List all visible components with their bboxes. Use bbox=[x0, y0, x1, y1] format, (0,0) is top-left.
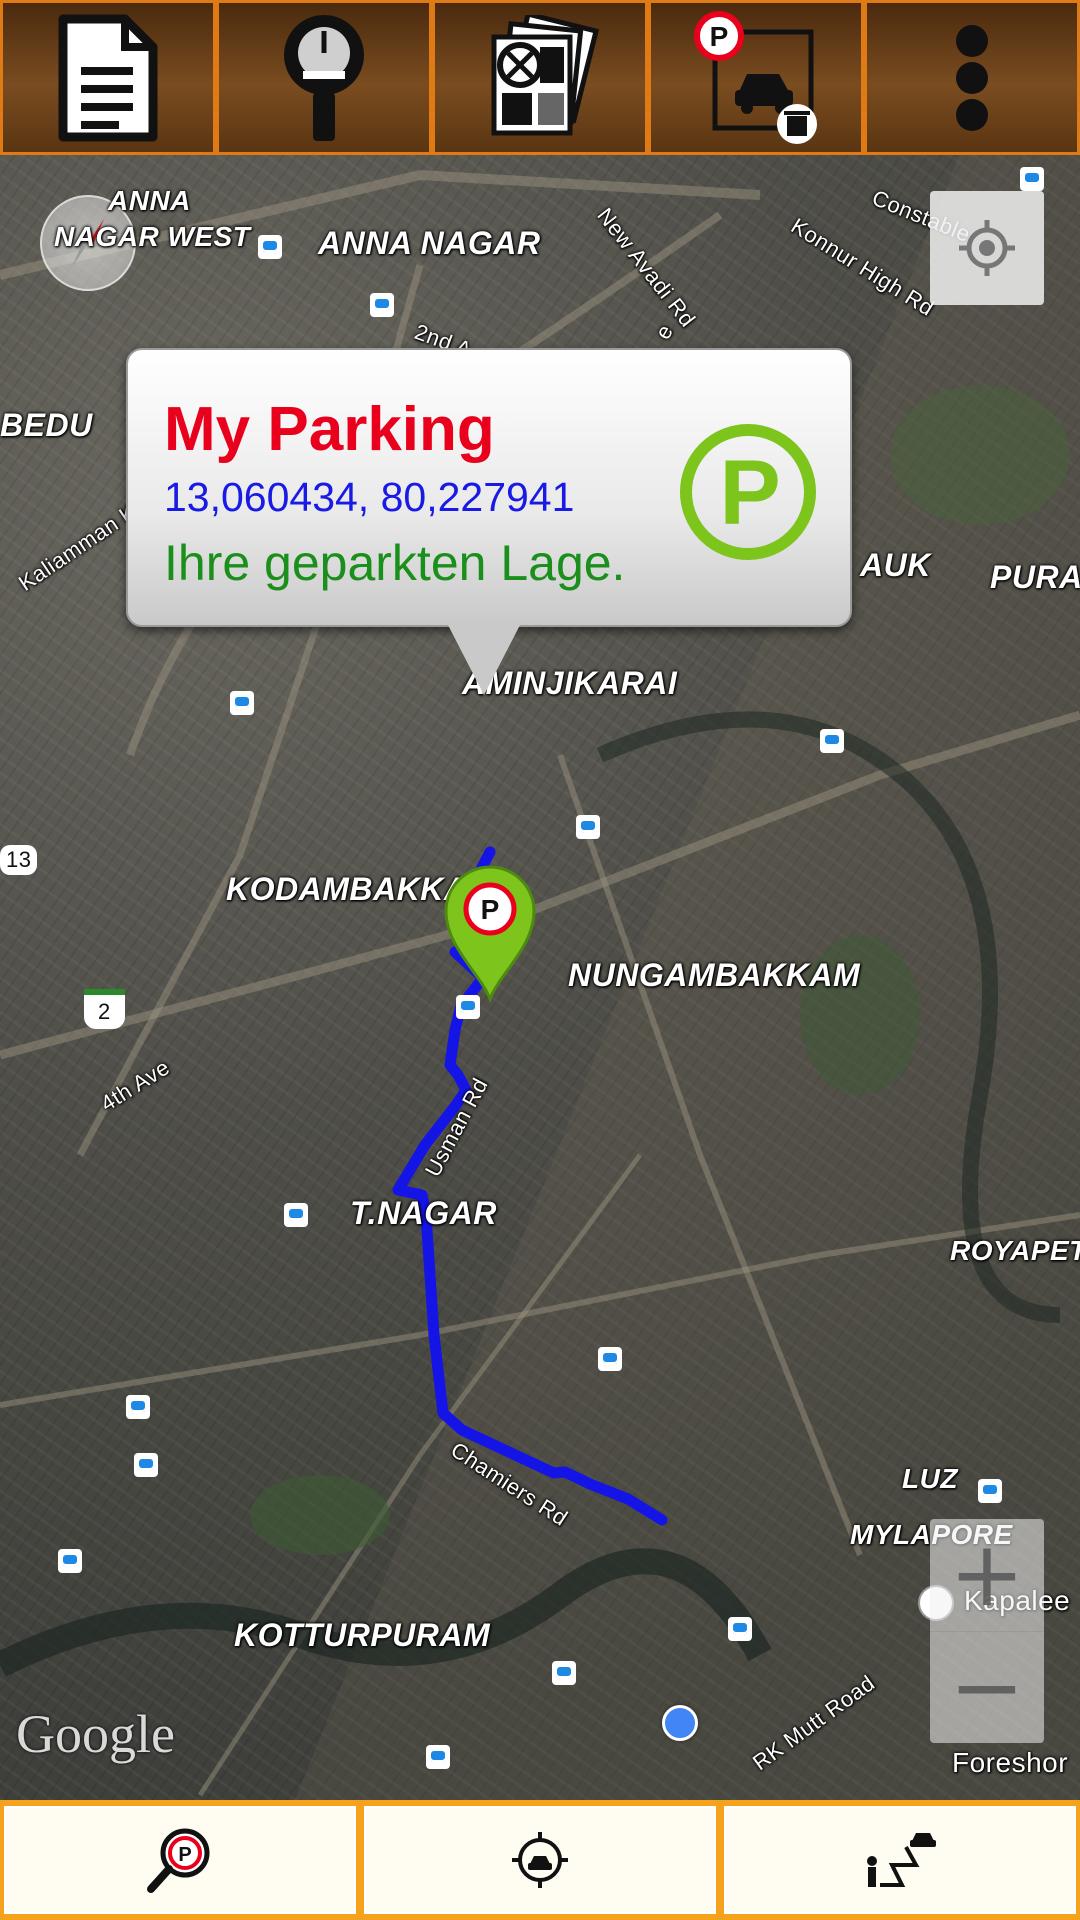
walk-to-car-button[interactable] bbox=[724, 1806, 1076, 1914]
bus-stop-icon bbox=[552, 1661, 576, 1685]
parking-info-window[interactable]: My Parking 13,060434, 80,227941 Ihre gep… bbox=[126, 348, 852, 627]
delete-parking-icon: P bbox=[694, 11, 817, 144]
locate-car-icon bbox=[512, 1832, 568, 1888]
photo-stack-icon bbox=[491, 15, 600, 136]
map-label-kotturpuram: KOTTURPURAM bbox=[234, 1617, 491, 1653]
bus-stop-icon bbox=[370, 293, 394, 317]
bus-stop-icon bbox=[426, 1745, 450, 1769]
info-window-tail bbox=[448, 625, 520, 695]
bubble-coordinates: 13,060434, 80,227941 bbox=[164, 474, 575, 520]
notes-button[interactable] bbox=[0, 0, 216, 152]
bus-stop-icon bbox=[58, 1549, 82, 1573]
map-label-auk: AUK bbox=[860, 547, 931, 583]
parking-meter-icon bbox=[284, 14, 364, 141]
parking-icon-letter: P bbox=[719, 442, 780, 544]
svg-text:P: P bbox=[178, 1844, 191, 1866]
delete-parking-button[interactable]: P bbox=[648, 0, 864, 152]
document-icon bbox=[58, 14, 158, 141]
google-logo: Google bbox=[16, 1704, 175, 1764]
current-location-dot bbox=[662, 1705, 698, 1741]
bus-stop-icon bbox=[1020, 167, 1044, 191]
pin-letter: P bbox=[481, 894, 500, 925]
map-label-anna-nagar: ANNA NAGAR bbox=[318, 225, 541, 261]
bus-stop-icon bbox=[978, 1479, 1002, 1503]
crosshair-icon bbox=[959, 220, 1015, 276]
bus-stop-icon bbox=[230, 691, 254, 715]
zoom-in-button[interactable]: + bbox=[930, 1519, 1044, 1631]
map-label-t-nagar: T.NAGAR bbox=[350, 1195, 497, 1231]
parking-pin-marker[interactable]: P bbox=[440, 863, 540, 1003]
bus-stop-icon bbox=[820, 729, 844, 753]
map-label-nungambakkam: NUNGAMBAKKAM bbox=[568, 957, 861, 993]
zoom-out-icon: − bbox=[949, 1635, 1025, 1740]
bubble-description: Ihre geparkten Lage. bbox=[164, 535, 626, 591]
map-label-royapet: ROYAPET bbox=[950, 1235, 1080, 1266]
top-toolbar: P bbox=[0, 0, 1080, 155]
find-parking-button[interactable]: P bbox=[4, 1806, 356, 1914]
search-parking-icon: P bbox=[147, 1828, 210, 1893]
bus-stop-icon bbox=[258, 235, 282, 259]
route-shield-13: 13 bbox=[0, 845, 38, 875]
more-vertical-icon bbox=[956, 24, 988, 131]
map-label-pura: PURA bbox=[990, 559, 1080, 595]
bus-stop-icon bbox=[728, 1617, 752, 1641]
photos-button[interactable] bbox=[432, 0, 648, 152]
zoom-out-button[interactable]: − bbox=[930, 1632, 1044, 1744]
map-label-anna-nagar-west-1: ANNA bbox=[108, 185, 191, 216]
overflow-menu-button[interactable] bbox=[864, 0, 1080, 152]
bus-stop-icon bbox=[576, 815, 600, 839]
parking-icon: P bbox=[680, 424, 816, 560]
bus-stop-icon bbox=[598, 1347, 622, 1371]
map-view[interactable]: ANNA NAGAR WEST ANNA NAGAR BEDU Kaliamma… bbox=[0, 155, 1080, 1800]
parking-meter-button[interactable] bbox=[216, 0, 432, 152]
locate-car-button[interactable] bbox=[364, 1806, 716, 1914]
walking-route-icon bbox=[867, 1833, 936, 1887]
bubble-title: My Parking bbox=[164, 395, 495, 464]
bottom-toolbar: P bbox=[0, 1800, 1080, 1920]
map-label-bedu: BEDU bbox=[0, 407, 93, 443]
bus-stop-icon bbox=[134, 1453, 158, 1477]
zoom-in-icon: + bbox=[949, 1522, 1025, 1627]
map-label-luz: LUZ bbox=[902, 1463, 958, 1494]
map-label-foreshore: Foreshor bbox=[952, 1747, 1069, 1778]
zoom-controls: + − bbox=[930, 1519, 1044, 1743]
svg-text:P: P bbox=[710, 21, 729, 52]
bus-stop-icon bbox=[126, 1395, 150, 1419]
map-label-anna-nagar-west-2: NAGAR WEST bbox=[54, 221, 251, 252]
route-shield-2: 2 bbox=[84, 989, 125, 1029]
bus-stop-icon bbox=[284, 1203, 308, 1227]
my-location-button[interactable] bbox=[930, 191, 1044, 305]
